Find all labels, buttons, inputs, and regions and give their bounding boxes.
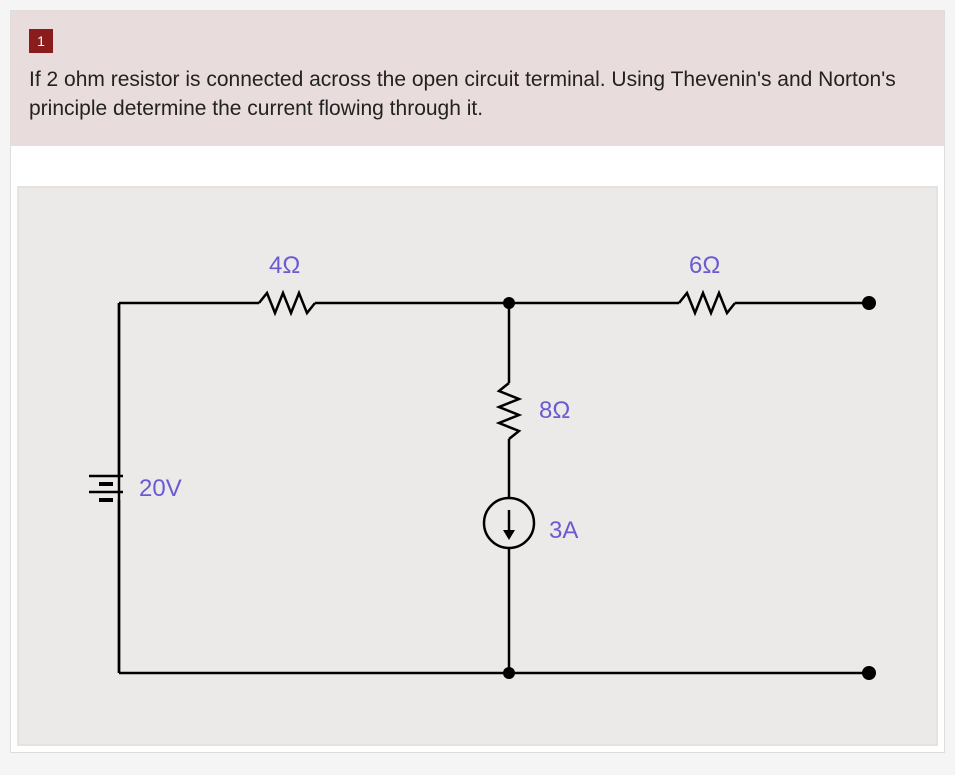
resistor-4ohm-label: 4Ω <box>269 252 300 279</box>
circuit-diagram-area: 4Ω 6Ω 8Ω 3A 20V <box>17 186 938 746</box>
main-container: 1 If 2 ohm resistor is connected across … <box>10 10 945 753</box>
resistor-8ohm-label: 8Ω <box>539 397 570 424</box>
question-text: If 2 ohm resistor is connected across th… <box>29 65 926 124</box>
question-number-badge: 1 <box>29 29 53 53</box>
resistor-6ohm-label: 6Ω <box>689 252 720 279</box>
question-header: 1 If 2 ohm resistor is connected across … <box>11 11 944 146</box>
circuit-svg: 4Ω 6Ω 8Ω 3A 20V <box>39 218 919 718</box>
voltage-source-label: 20V <box>139 475 182 502</box>
current-source-label: 3A <box>549 517 578 544</box>
